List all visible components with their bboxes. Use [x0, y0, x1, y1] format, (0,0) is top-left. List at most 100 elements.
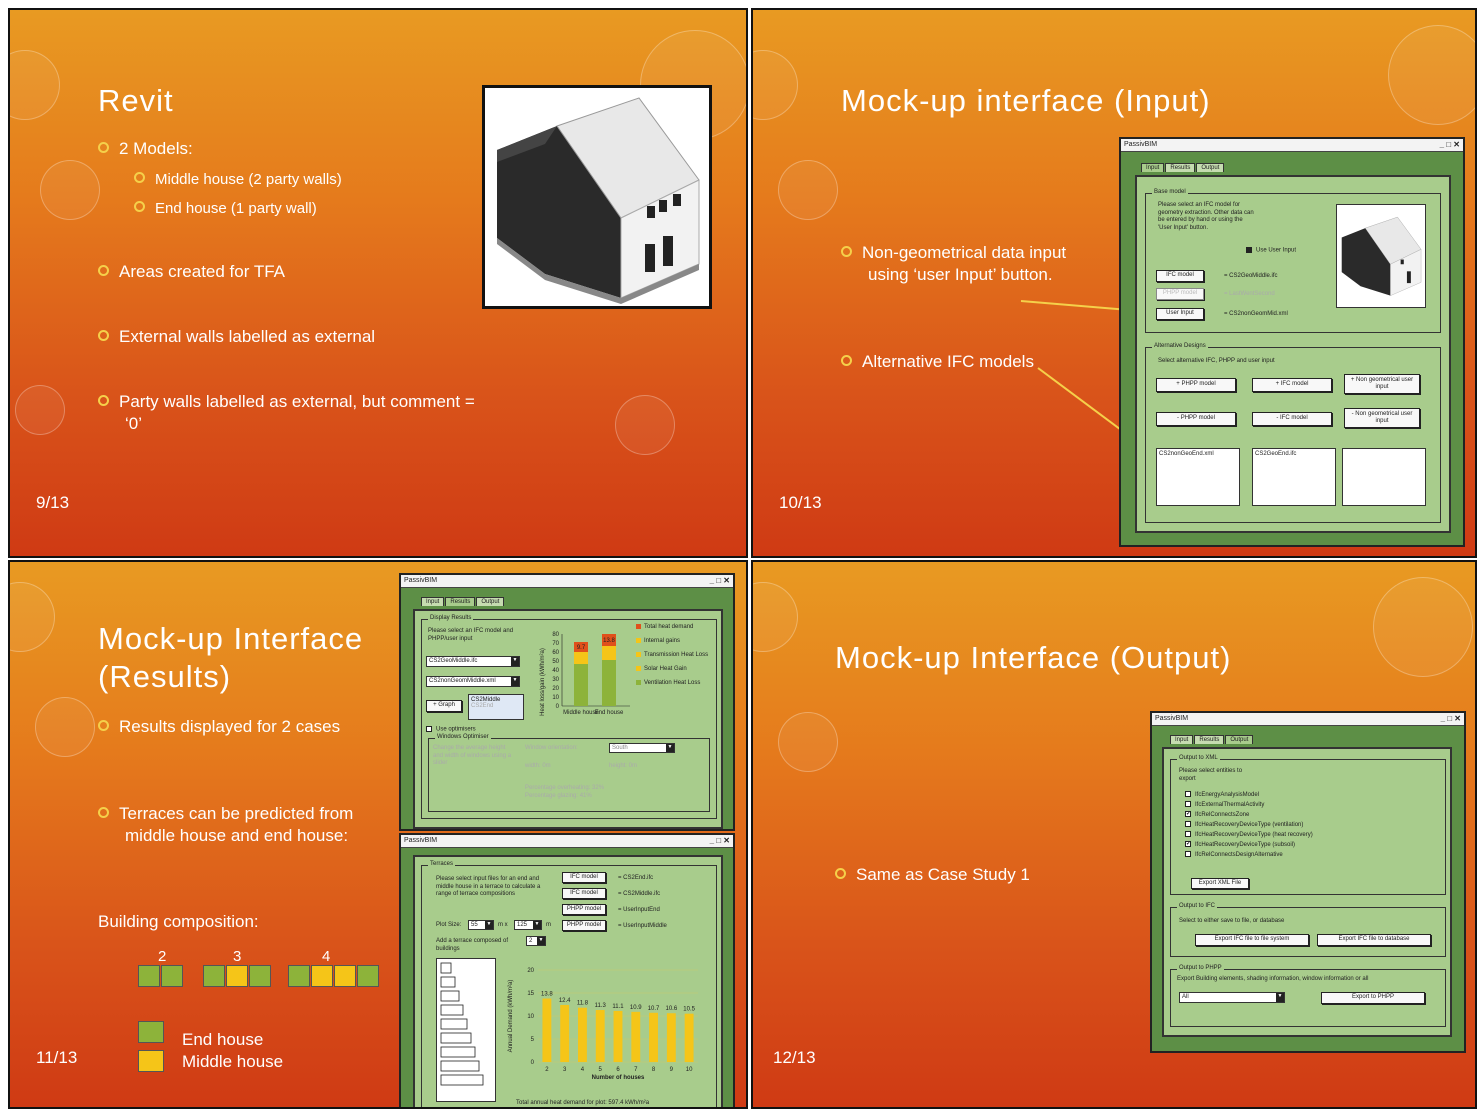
data-label: 11.1: [612, 1004, 624, 1010]
phpp-model-button[interactable]: PHPP model: [1156, 288, 1204, 300]
unchecked-box-icon[interactable]: [1185, 851, 1191, 858]
x-tick-label: 3: [563, 1067, 567, 1073]
window-controls[interactable]: _ □ ✕: [1440, 139, 1460, 151]
add-graph-button[interactable]: + Graph: [426, 700, 462, 712]
add-phpp-button[interactable]: + PHPP model: [1156, 378, 1236, 392]
unchecked-box-icon[interactable]: [1185, 801, 1191, 808]
user-input-button[interactable]: User Input: [1156, 308, 1204, 320]
ifc-select[interactable]: CS2GeoMiddle.ifc: [426, 656, 520, 667]
tab-output[interactable]: Output: [1225, 735, 1254, 744]
legend-label: Ventilation Heat Loss: [644, 680, 700, 686]
end-house-block: [357, 965, 379, 987]
entity-checkbox-row[interactable]: IfcHeatRecoveryDeviceType (ventilation): [1185, 820, 1313, 830]
add-ifc-button[interactable]: + IFC model: [1252, 378, 1332, 392]
phpp-instructions: Export Building elements, shading inform…: [1177, 976, 1369, 982]
window-controls[interactable]: _ □ ✕: [1441, 713, 1461, 725]
plot-height-select[interactable]: 125: [514, 920, 542, 930]
ifc-model-button[interactable]: IFC model: [1156, 270, 1204, 282]
user-input-select[interactable]: CS2nonGeomMiddle.xml: [426, 676, 520, 687]
page-number: 10/13: [779, 493, 822, 512]
terraces-group: Terraces Please select input files for a…: [421, 861, 717, 1107]
group-label: Terraces: [428, 861, 456, 867]
instructions: Please select an IFC model for geometry …: [1158, 202, 1254, 231]
end-ifc-button[interactable]: IFC model: [562, 872, 606, 883]
house-3d-icon: [497, 97, 700, 304]
tab-input[interactable]: Input: [1170, 735, 1194, 744]
unchecked-box-icon[interactable]: [1185, 831, 1191, 838]
data-label: 10.7: [648, 1006, 660, 1012]
y-tick-label: 80: [552, 632, 559, 638]
tab-output[interactable]: Output: [476, 597, 505, 606]
output-panel: Output to XML Please select entities to …: [1162, 747, 1452, 1037]
tab-input[interactable]: Input: [1141, 163, 1165, 172]
tab-results[interactable]: Results: [445, 597, 476, 606]
x-tick-label: 9: [670, 1067, 674, 1073]
entity-checkbox-row[interactable]: IfcHeatRecoveryDeviceType (heat recovery…: [1185, 830, 1313, 840]
terrace-count-select[interactable]: 2: [526, 936, 546, 946]
unchecked-box-icon[interactable]: [1185, 791, 1191, 798]
y-tick-label: 0: [556, 704, 560, 710]
tab-results[interactable]: Results: [1165, 163, 1196, 172]
data-label: 11.8: [577, 1001, 589, 1007]
unchecked-box-icon[interactable]: [1185, 821, 1191, 828]
entity-checkbox-row[interactable]: IfcEnergyAnalysisModel: [1185, 790, 1313, 800]
use-user-input-checkbox[interactable]: Use User Input: [1246, 247, 1296, 255]
export-ifc-file-button[interactable]: Export IFC file to file system: [1195, 934, 1309, 946]
middle-phpp-button[interactable]: PHPP model: [562, 920, 606, 931]
remove-nongeom-button[interactable]: - Non geometrical user input: [1344, 408, 1420, 428]
group-label: Windows Optimiser: [435, 734, 491, 740]
middle-house-block: [334, 965, 356, 987]
export-xml-button[interactable]: Export XML File: [1191, 878, 1249, 889]
bar: [560, 1004, 570, 1062]
group-label: Output to IFC: [1177, 903, 1218, 909]
checked-box-icon[interactable]: ✓: [1185, 841, 1191, 848]
end-phpp-button[interactable]: PHPP model: [562, 904, 606, 915]
plot-width-select[interactable]: 55: [468, 920, 494, 930]
export-ifc-db-button[interactable]: Export IFC file to database: [1317, 934, 1431, 946]
bullet: Areas created for TFA: [98, 261, 285, 283]
entity-checkbox-row[interactable]: ✓ IfcRelConnectsZone: [1185, 810, 1313, 820]
tab-input[interactable]: Input: [421, 597, 445, 606]
output-phpp-group: Output to PHPP Export Building elements,…: [1170, 965, 1446, 1027]
graph-list[interactable]: CS2Middle CS2End: [468, 694, 524, 720]
y-tick-label: 15: [527, 991, 534, 997]
house-model-image: [482, 85, 712, 309]
entity-label: IfcEnergyAnalysisModel: [1195, 792, 1260, 798]
middle-ifc-button[interactable]: IFC model: [562, 888, 606, 899]
output-window: PassivBIM _ □ ✕ Input Results Output Outp…: [1150, 711, 1466, 1053]
end-ifc-value: = CS2End.ifc: [618, 875, 654, 881]
deco-circle: [778, 712, 838, 772]
window-controls[interactable]: _ □ ✕: [710, 575, 730, 587]
entity-checkbox-row[interactable]: ✓ IfcHeatRecoveryDeviceType (subsoil): [1185, 840, 1313, 850]
remove-phpp-button[interactable]: - PHPP model: [1156, 412, 1236, 426]
data-label: 10.5: [683, 1007, 695, 1013]
tab-bar: Input Results Output: [421, 597, 505, 606]
legend-swatch: [636, 666, 641, 671]
slide-title: Mock-up Interface (Results): [98, 621, 364, 694]
use-optimisers-checkbox[interactable]: Use optimisers: [426, 726, 476, 734]
remove-ifc-button[interactable]: - IFC model: [1252, 412, 1332, 426]
data-label: 10.9: [630, 1005, 642, 1011]
tab-results[interactable]: Results: [1194, 735, 1225, 744]
orientation-select[interactable]: South: [609, 743, 675, 753]
phpp-list[interactable]: CS2nonGeoEnd.xml: [1156, 448, 1240, 506]
legend-swatch: [636, 652, 641, 657]
entity-checkbox-row[interactable]: IfcRelConnectsDesignAlternative: [1185, 850, 1313, 860]
tab-output[interactable]: Output: [1196, 163, 1225, 172]
x-tick-label: 5: [599, 1067, 603, 1073]
bullet: Terraces can be predicted from middle ho…: [98, 803, 358, 847]
data-label: 12.4: [559, 998, 571, 1004]
entity-checklist: IfcEnergyAnalysisModel IfcExternalThermal…: [1185, 790, 1313, 860]
phpp-export-select[interactable]: All: [1179, 992, 1285, 1003]
entity-checkbox-row[interactable]: IfcExternalThermalActivity: [1185, 800, 1313, 810]
add-nongeom-button[interactable]: + Non geometrical user input: [1344, 374, 1420, 394]
nongeom-list[interactable]: [1342, 448, 1426, 506]
results-window: PassivBIM _ □ ✕ Input Results Output Disp…: [399, 573, 735, 831]
deco-circle: [15, 385, 65, 435]
window-controls[interactable]: _ □ ✕: [710, 835, 730, 847]
checked-box-icon[interactable]: ✓: [1185, 811, 1191, 818]
ifc-list[interactable]: CS2GeoEnd.ifc: [1252, 448, 1336, 506]
export-phpp-button[interactable]: Export to PHPP: [1321, 992, 1425, 1004]
width-label: width: 0m: [525, 763, 551, 769]
terraces-window: PassivBIM _ □ ✕ Terraces Please select in…: [399, 833, 735, 1107]
